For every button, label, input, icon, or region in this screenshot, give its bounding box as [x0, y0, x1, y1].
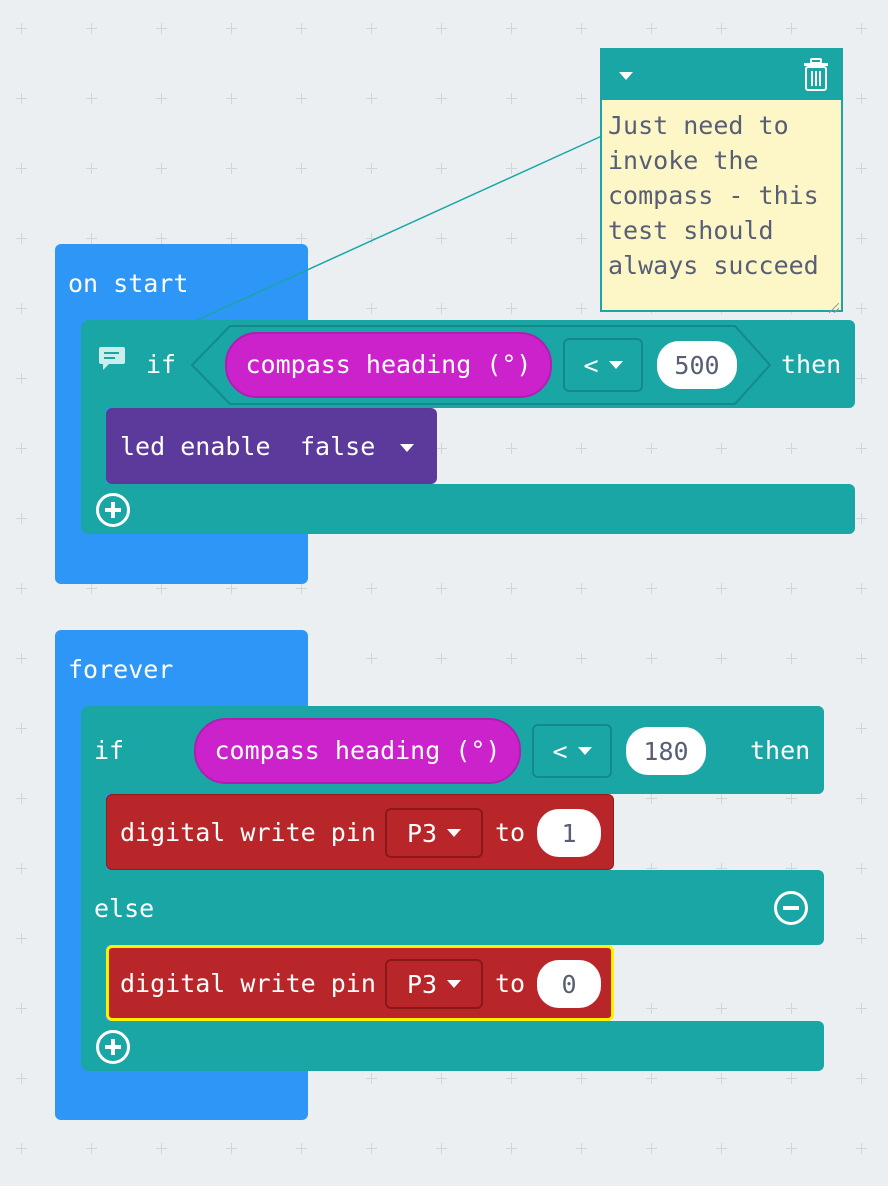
if-else-footer[interactable]: [81, 1021, 824, 1071]
to-label-1: to: [495, 818, 526, 847]
forever-operator-dropdown[interactable]: <: [532, 724, 612, 778]
to-label-2: to: [495, 969, 526, 998]
led-enable-dropdown[interactable]: false: [300, 432, 415, 462]
collapse-icon[interactable]: [619, 72, 633, 80]
compare-value-input[interactable]: 500: [657, 341, 737, 389]
chevron-down-icon: [400, 444, 415, 452]
pin-dropdown-1[interactable]: P3: [385, 808, 483, 858]
chevron-down-icon: [608, 361, 623, 369]
led-enable-label: led enable: [120, 432, 271, 461]
led-enable-value: false: [300, 432, 376, 461]
pin-value-input-2[interactable]: 0: [537, 960, 601, 1008]
add-branch-icon-2[interactable]: [96, 1030, 130, 1064]
chevron-down-icon: [577, 747, 592, 755]
digital-write-label-2: digital write pin: [120, 969, 376, 998]
operator-value: <: [583, 350, 599, 380]
else-label: else: [94, 894, 155, 923]
forever-label: forever: [68, 655, 174, 684]
else-section[interactable]: [81, 870, 824, 945]
comment-text[interactable]: Just need to invoke the compass - this t…: [608, 108, 838, 283]
operator-dropdown[interactable]: <: [563, 338, 643, 392]
resize-handle-icon[interactable]: [828, 298, 840, 314]
pin-value-1: P3: [406, 818, 438, 848]
pin-dropdown-2[interactable]: P3: [385, 959, 483, 1009]
comment-header: [602, 50, 841, 100]
trash-icon[interactable]: [802, 58, 830, 92]
pin-value-2: P3: [406, 969, 438, 999]
comment-icon[interactable]: [97, 345, 129, 371]
forever-operator-value: <: [552, 736, 568, 766]
forever-then-label: then: [750, 736, 811, 765]
comment-bubble[interactable]: Just need to invoke the compass - this t…: [600, 48, 843, 314]
if-label: if: [146, 350, 177, 379]
compass-heading-reporter[interactable]: compass heading (°): [225, 332, 552, 398]
chevron-down-icon: [447, 829, 462, 837]
forever-compass-heading-reporter[interactable]: compass heading (°): [194, 718, 521, 784]
remove-branch-icon[interactable]: [774, 891, 808, 925]
chevron-down-icon: [447, 980, 462, 988]
forever-if-label: if: [94, 736, 125, 765]
digital-write-label-1: digital write pin: [120, 818, 376, 847]
add-branch-icon[interactable]: [96, 493, 130, 527]
forever-compare-value-input[interactable]: 180: [626, 727, 706, 775]
then-label: then: [781, 350, 842, 379]
pin-value-input-1[interactable]: 1: [537, 809, 601, 857]
